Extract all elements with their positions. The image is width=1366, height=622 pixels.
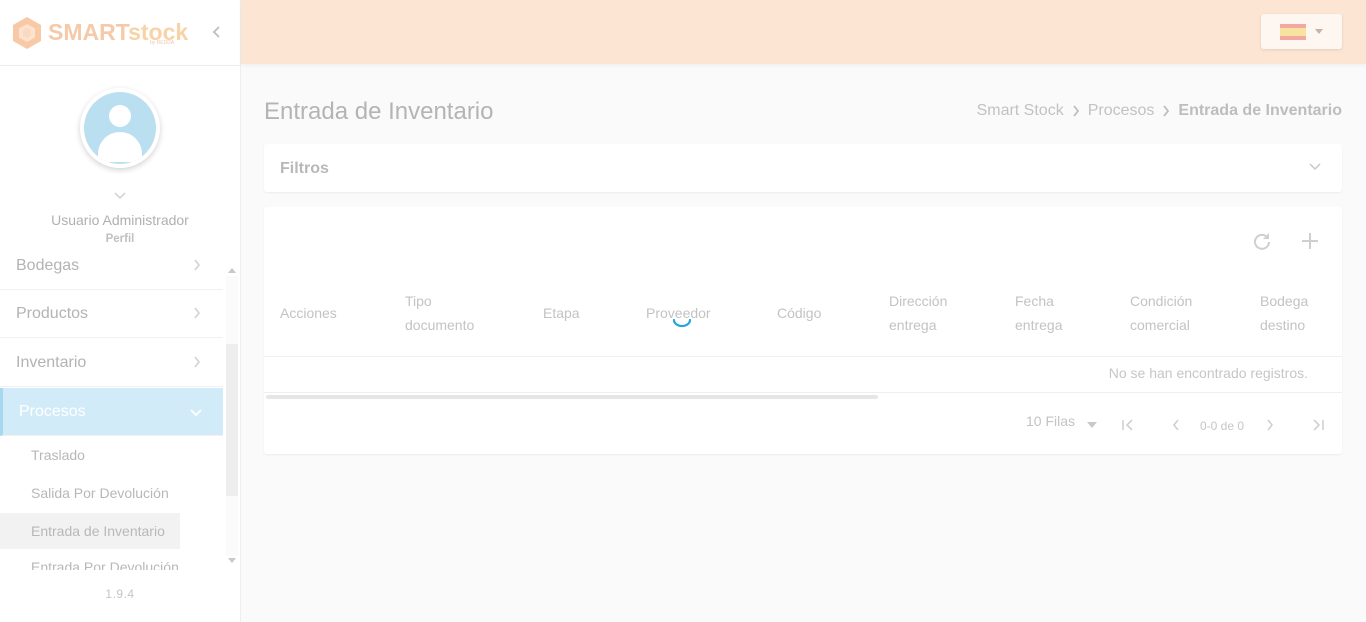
sidebar-subitem-label: Entrada de Inventario (31, 523, 165, 539)
user-profile: Usuario Administrador Perfil (0, 66, 240, 256)
column-header-label: entrega (1015, 317, 1063, 333)
scroll-thumb[interactable] (226, 344, 238, 496)
chevron-right-icon (1267, 419, 1274, 431)
chevron-down-icon (190, 409, 202, 417)
sidebar-subitem-entrada-por-devolucion[interactable]: Entrada Por Devolución (0, 549, 180, 570)
sidebar-item-bodegas[interactable]: Bodegas (0, 256, 223, 290)
add-button[interactable] (1298, 229, 1322, 253)
loading-spinner-icon (672, 318, 692, 328)
column-header-direccion-entrega[interactable]: Dirección entrega (889, 289, 947, 337)
sidebar: SMARTstock by REDDA Usuario Administrado… (0, 0, 241, 622)
brand-subtitle: by REDDA (150, 40, 175, 46)
refresh-icon (1254, 233, 1270, 250)
user-name: Usuario Administrador (51, 212, 189, 228)
sidebar-subitem-label: Traslado (31, 447, 85, 463)
profile-expand-icon[interactable] (112, 188, 128, 206)
rows-per-page-select[interactable]: 10 Filas (1026, 413, 1075, 429)
hexagon-logo-icon (10, 16, 44, 50)
breadcrumb-item-smart-stock[interactable]: Smart Stock (977, 102, 1064, 120)
column-header-label: Fecha (1015, 293, 1054, 309)
column-header-label: Tipo (405, 293, 432, 309)
column-header-label: comercial (1130, 317, 1190, 333)
chevron-down-icon[interactable] (1308, 162, 1322, 172)
rows-per-page-label: 10 Filas (1026, 413, 1076, 429)
page-title: Entrada de Inventario (264, 98, 494, 125)
column-header-acciones[interactable]: Acciones (280, 301, 337, 325)
brand-header: SMARTstock by REDDA (0, 0, 240, 66)
column-header-bodega-destino[interactable]: Bodega destino (1260, 289, 1308, 337)
chevron-right-icon (194, 259, 200, 271)
divider (264, 356, 1342, 357)
sidebar-item-label: Procesos (19, 402, 86, 420)
page-range: 0-0 de 0 (1200, 419, 1245, 433)
column-header-fecha-entrega[interactable]: Fecha entrega (1015, 289, 1062, 337)
sidebar-item-label: Inventario (16, 353, 87, 371)
column-header-label: Dirección (889, 293, 948, 309)
chevron-right-icon (1072, 105, 1080, 117)
scroll-down-icon[interactable] (228, 558, 236, 563)
empty-message: No se han encontrado registros. (1108, 365, 1308, 381)
chevron-right-icon (1162, 105, 1170, 117)
sidebar-subitem-traslado[interactable]: Traslado (0, 437, 180, 473)
topbar (241, 0, 1366, 64)
breadcrumb-item-current: Entrada de Inventario (1178, 102, 1342, 119)
avatar[interactable] (80, 88, 160, 168)
previous-page-button[interactable] (1168, 417, 1184, 433)
spain-flag-icon (1280, 23, 1306, 40)
next-page-button[interactable] (1262, 417, 1278, 433)
sidebar-subitem-label: Entrada Por Devolución (31, 559, 179, 570)
column-header-label: Condición (1130, 293, 1193, 309)
sidebar-subitem-salida-por-devolucion[interactable]: Salida Por Devolución (0, 475, 180, 511)
column-header-codigo[interactable]: Código (777, 301, 821, 325)
chevron-down-icon (114, 192, 126, 200)
refresh-button[interactable] (1250, 229, 1274, 253)
first-page-icon (1122, 419, 1133, 431)
column-header-label: documento (405, 317, 475, 333)
filters-panel[interactable]: Filtros (264, 144, 1342, 192)
sidebar-item-label: Productos (16, 304, 89, 322)
column-header-label: Acciones (280, 305, 337, 321)
sidebar-item-productos[interactable]: Productos (0, 290, 223, 338)
plus-icon (1302, 233, 1318, 249)
column-header-label: entrega (889, 317, 937, 333)
caret-down-icon[interactable] (1084, 417, 1100, 433)
app-version: 1.9.4 (105, 587, 135, 601)
brand-name-part1: SMART (48, 19, 129, 45)
chevron-right-icon (194, 307, 200, 319)
column-header-label: Código (777, 305, 822, 321)
horizontal-scrollbar[interactable] (266, 395, 878, 399)
sidebar-item-procesos[interactable]: Procesos (0, 388, 223, 436)
collapse-sidebar-button[interactable] (208, 22, 226, 42)
column-header-tipo-documento[interactable]: Tipo documento (405, 289, 474, 337)
chevron-left-icon (1172, 419, 1179, 431)
column-header-label: Etapa (543, 305, 580, 321)
caret-down-icon (1315, 29, 1323, 34)
column-header-label: Bodega (1260, 293, 1309, 309)
column-header-condicion-comercial[interactable]: Condición comercial (1130, 289, 1192, 337)
last-page-icon (1313, 419, 1324, 431)
sidebar-item-label: Bodegas (16, 256, 80, 274)
sidebar-subitem-label: Salida Por Devolución (31, 485, 169, 501)
divider (264, 392, 1342, 393)
sidebar-scrollbar[interactable] (224, 262, 238, 570)
data-table: Acciones Tipo documento Etapa Proveedor C… (264, 207, 1342, 454)
breadcrumb: Smart Stock Procesos Entrada de Inventar… (977, 102, 1342, 120)
user-avatar-icon (84, 92, 156, 164)
filters-label: Filtros (280, 160, 329, 177)
first-page-button[interactable] (1120, 417, 1136, 433)
language-selector[interactable] (1261, 14, 1342, 49)
sidebar-menu: Bodegas Productos Inventario Procesos Tr… (0, 256, 223, 570)
chevron-right-icon (194, 356, 200, 368)
breadcrumb-item-procesos[interactable]: Procesos (1088, 102, 1155, 120)
sidebar-item-inventario[interactable]: Inventario (0, 339, 223, 387)
chevron-left-icon (212, 26, 220, 38)
column-header-etapa[interactable]: Etapa (543, 301, 580, 325)
column-header-label: destino (1260, 317, 1306, 333)
last-page-button[interactable] (1310, 417, 1326, 433)
scroll-up-icon[interactable] (228, 268, 236, 273)
sidebar-subitem-entrada-de-inventario[interactable]: Entrada de Inventario (0, 513, 180, 549)
profile-link[interactable]: Perfil (0, 233, 240, 245)
